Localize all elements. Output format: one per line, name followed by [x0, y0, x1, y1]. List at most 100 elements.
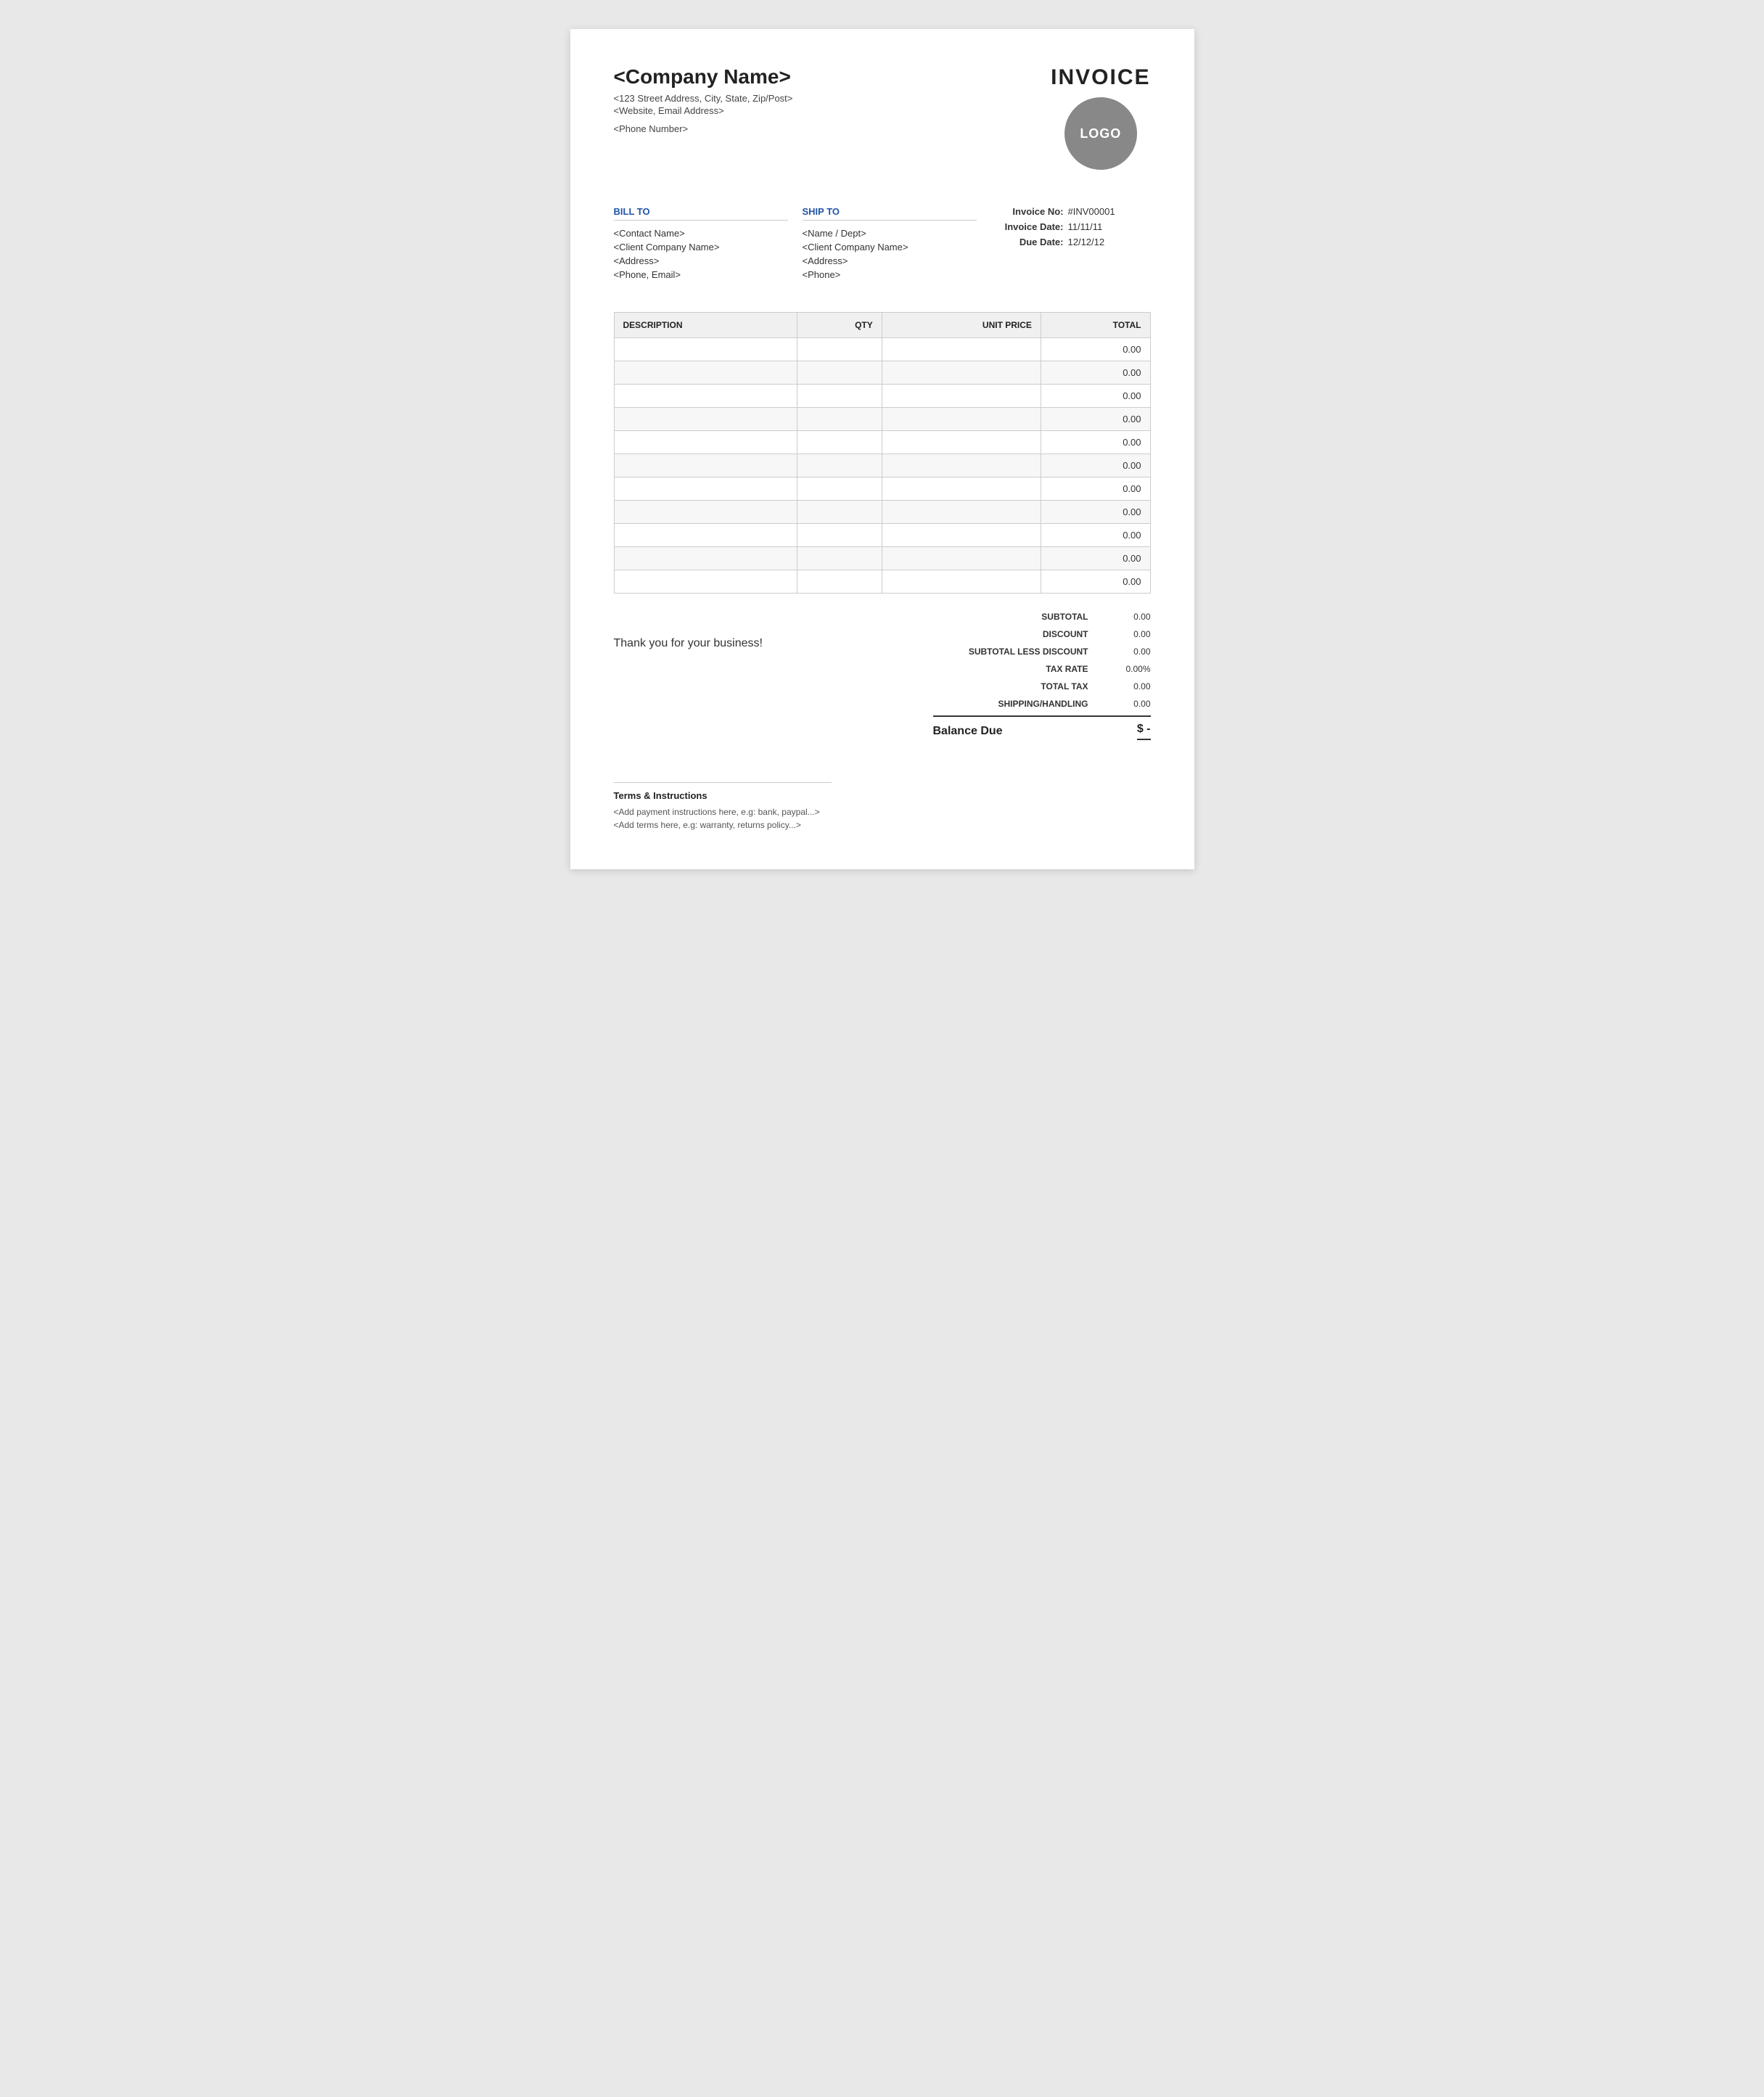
table-cell	[882, 361, 1041, 385]
table-cell	[882, 501, 1041, 524]
table-row: 0.00	[614, 385, 1150, 408]
table-cell: 0.00	[1041, 454, 1150, 477]
terms-policy: <Add terms here, e.g: warranty, returns …	[614, 820, 832, 830]
table-cell	[614, 477, 797, 501]
table-row: 0.00	[614, 454, 1150, 477]
invoice-no-value: #INV00001	[1068, 206, 1115, 217]
table-cell	[614, 570, 797, 594]
table-cell: 0.00	[1041, 477, 1150, 501]
table-cell	[614, 547, 797, 570]
header-right: INVOICE LOGO	[1051, 65, 1150, 170]
table-cell	[882, 454, 1041, 477]
header-description: DESCRIPTION	[614, 313, 797, 338]
balance-amount: -	[1146, 723, 1150, 735]
ship-to-label: SHIP TO	[803, 206, 977, 221]
table-cell: 0.00	[1041, 338, 1150, 361]
table-cell	[614, 454, 797, 477]
invoice-page: <Company Name> <123 Street Address, City…	[570, 29, 1194, 869]
header-total: TOTAL	[1041, 313, 1150, 338]
table-cell	[797, 524, 882, 547]
bottom-section: Thank you for your business! SUBTOTAL 0.…	[614, 608, 1151, 746]
table-cell	[882, 547, 1041, 570]
balance-due-row: Balance Due $ -	[933, 715, 1151, 746]
table-cell	[614, 338, 797, 361]
table-cell	[614, 361, 797, 385]
logo: LOGO	[1064, 97, 1137, 170]
table-cell	[797, 361, 882, 385]
table-row: 0.00	[614, 408, 1150, 431]
due-date-value: 12/12/12	[1068, 237, 1105, 247]
table-cell	[797, 408, 882, 431]
bill-to-company: <Client Company Name>	[614, 242, 788, 253]
table-cell	[614, 501, 797, 524]
tax-rate-label: TAX RATE	[933, 664, 1100, 674]
bill-to-section: BILL TO <Contact Name> <Client Company N…	[614, 206, 788, 283]
table-cell: 0.00	[1041, 501, 1150, 524]
shipping-handling-value: 0.00	[1100, 699, 1151, 709]
invoice-date-label: Invoice Date:	[991, 221, 1064, 232]
subtotal-less-discount-value: 0.00	[1100, 647, 1151, 657]
table-cell: 0.00	[1041, 431, 1150, 454]
billing-section: BILL TO <Contact Name> <Client Company N…	[614, 206, 1151, 283]
table-row: 0.00	[614, 361, 1150, 385]
header-qty: QTY	[797, 313, 882, 338]
table-cell	[797, 454, 882, 477]
table-cell: 0.00	[1041, 570, 1150, 594]
header-unit-price: UNIT PRICE	[882, 313, 1041, 338]
table-row: 0.00	[614, 524, 1150, 547]
table-cell	[614, 385, 797, 408]
table-cell: 0.00	[1041, 361, 1150, 385]
company-website: <Website, Email Address>	[614, 105, 793, 116]
items-table: DESCRIPTION QTY UNIT PRICE TOTAL 0.000.0…	[614, 312, 1151, 594]
invoice-date-row: Invoice Date: 11/11/11	[991, 221, 1151, 232]
table-cell	[614, 431, 797, 454]
company-phone: <Phone Number>	[614, 123, 793, 134]
company-info: <Company Name> <123 Street Address, City…	[614, 65, 793, 134]
shipping-handling-label: SHIPPING/HANDLING	[933, 699, 1100, 709]
table-cell	[882, 408, 1041, 431]
table-cell	[882, 570, 1041, 594]
invoice-meta-section: Invoice No: #INV00001 Invoice Date: 11/1…	[991, 206, 1151, 283]
ship-to-company: <Client Company Name>	[803, 242, 977, 253]
table-cell	[797, 385, 882, 408]
invoice-title: INVOICE	[1051, 65, 1150, 90]
table-cell	[882, 431, 1041, 454]
subtotal-row: SUBTOTAL 0.00	[933, 608, 1151, 625]
table-row: 0.00	[614, 338, 1150, 361]
ship-to-phone: <Phone>	[803, 269, 977, 280]
table-cell	[797, 570, 882, 594]
subtotal-less-discount-label: SUBTOTAL LESS DISCOUNT	[933, 647, 1100, 657]
total-tax-label: TOTAL TAX	[933, 681, 1100, 692]
terms-payment: <Add payment instructions here, e.g: ban…	[614, 807, 832, 817]
table-row: 0.00	[614, 501, 1150, 524]
ship-to-section: SHIP TO <Name / Dept> <Client Company Na…	[803, 206, 977, 283]
subtotal-less-discount-row: SUBTOTAL LESS DISCOUNT 0.00	[933, 643, 1151, 660]
balance-due-value: $ -	[1137, 723, 1151, 740]
shipping-handling-row: SHIPPING/HANDLING 0.00	[933, 695, 1151, 713]
discount-value: 0.00	[1100, 629, 1151, 639]
company-address: <123 Street Address, City, State, Zip/Po…	[614, 93, 793, 104]
ship-to-name-dept: <Name / Dept>	[803, 228, 977, 239]
table-cell	[882, 477, 1041, 501]
table-cell	[882, 524, 1041, 547]
table-cell: 0.00	[1041, 385, 1150, 408]
table-cell	[797, 477, 882, 501]
table-cell: 0.00	[1041, 547, 1150, 570]
balance-due-label: Balance Due	[933, 725, 1003, 738]
table-cell	[882, 338, 1041, 361]
balance-currency: $	[1137, 723, 1144, 735]
bill-to-phone-email: <Phone, Email>	[614, 269, 788, 280]
ship-to-address: <Address>	[803, 255, 977, 266]
discount-row: DISCOUNT 0.00	[933, 625, 1151, 643]
bill-to-label: BILL TO	[614, 206, 788, 221]
header-section: <Company Name> <123 Street Address, City…	[614, 65, 1151, 170]
table-row: 0.00	[614, 431, 1150, 454]
invoice-no-row: Invoice No: #INV00001	[991, 206, 1151, 217]
invoice-no-label: Invoice No:	[991, 206, 1064, 217]
table-cell	[797, 431, 882, 454]
table-header-row: DESCRIPTION QTY UNIT PRICE TOTAL	[614, 313, 1150, 338]
table-cell	[797, 547, 882, 570]
terms-title: Terms & Instructions	[614, 790, 832, 801]
discount-label: DISCOUNT	[933, 629, 1100, 639]
totals-section: SUBTOTAL 0.00 DISCOUNT 0.00 SUBTOTAL LES…	[933, 608, 1151, 746]
